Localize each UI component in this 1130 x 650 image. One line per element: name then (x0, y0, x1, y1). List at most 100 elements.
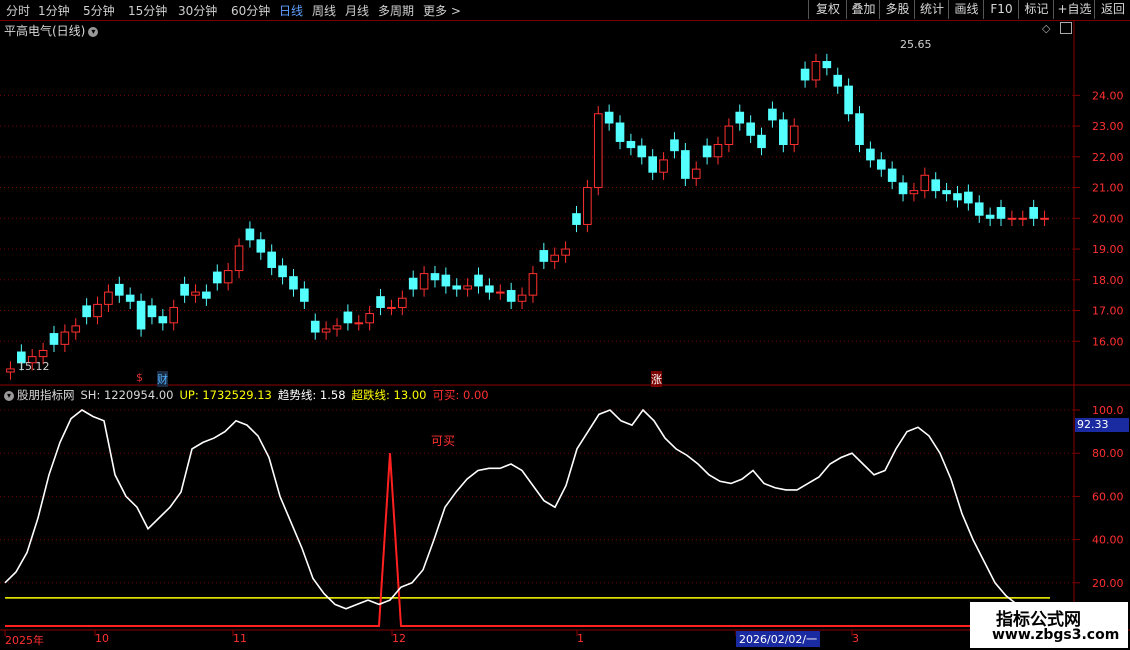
indicator-tick-label: 60.00 (1092, 490, 1124, 503)
candle-down (822, 61, 832, 69)
candle-down (267, 251, 277, 268)
candle-up (169, 306, 179, 324)
candle-down (278, 265, 287, 278)
price-tick-label: 23.00 (1092, 120, 1124, 133)
candle-up (365, 313, 374, 324)
candle-up (789, 125, 799, 146)
candle-up (909, 190, 919, 195)
candle-down (343, 311, 353, 324)
candle-up (71, 325, 81, 333)
candle-down (778, 119, 788, 146)
candle-down (996, 207, 1006, 219)
candle-down (887, 168, 897, 182)
candle-up (60, 331, 70, 345)
x-axis-label: 2025年 (5, 634, 44, 647)
watermark-logo: 指标公式网 www.zbgs3.com (970, 602, 1128, 648)
candle-up (713, 144, 723, 158)
candle-down (898, 182, 908, 195)
candle-down (539, 250, 549, 262)
watermark-url: www.zbgs3.com (992, 627, 1120, 643)
candle-down (964, 191, 973, 204)
candle-down (506, 290, 516, 302)
candle-down (735, 111, 745, 124)
price-tick-label: 19.00 (1092, 243, 1124, 256)
candle-down (114, 283, 124, 296)
candle-up (463, 285, 472, 290)
candle-down (485, 285, 494, 293)
cursor-date-label: 2026/02/02/一 (736, 631, 821, 647)
candle-down (844, 85, 853, 115)
indicator-tick-label: 100.0 (1092, 404, 1124, 417)
event-marker-dividend[interactable]: $ (136, 371, 143, 384)
candle-up (1040, 217, 1049, 220)
candle-down (452, 285, 462, 290)
candle-up (691, 168, 701, 179)
candle-down (441, 274, 451, 287)
candle-up (495, 291, 505, 294)
candle-up (1007, 217, 1017, 220)
candle-down (746, 122, 755, 136)
candle-up (659, 159, 668, 173)
candle-up (354, 322, 364, 325)
indicator-tick-label: 80.00 (1092, 447, 1124, 460)
candle-down (125, 294, 135, 302)
candle-up (6, 368, 15, 373)
price-tick-label: 17.00 (1092, 305, 1124, 318)
candle-up (332, 325, 342, 330)
candle-up (321, 328, 331, 333)
candle-up (517, 294, 527, 302)
candle-down (757, 134, 766, 149)
candle-up (419, 273, 429, 290)
x-axis-label: 11 (233, 632, 247, 645)
event-marker-limit-up[interactable]: 涨 (651, 371, 662, 387)
candle-down (49, 333, 59, 345)
candle-up (811, 61, 821, 81)
chart-canvas: 24.00 23.00 22.00 21.00 20.00 19.00 18.00 17.00… (0, 20, 1130, 636)
candle-down (1029, 207, 1038, 219)
candle-up (561, 248, 570, 256)
candle-up (38, 349, 48, 358)
candle-up (223, 270, 233, 284)
diamond-icon[interactable]: ◇ (1042, 22, 1050, 35)
event-marker-finance[interactable]: 财 (157, 371, 168, 387)
candle-down (147, 305, 157, 318)
x-axis-label: 1 (577, 632, 584, 645)
candle-down (855, 113, 864, 146)
candle-down (953, 193, 962, 201)
candle-down (474, 274, 483, 287)
buy-signal-label: 可买 (431, 434, 456, 448)
candle-down (648, 156, 657, 173)
price-tick-label: 20.00 (1092, 212, 1124, 225)
candle-down (256, 239, 266, 253)
candle-down (931, 179, 941, 192)
candle-up (234, 245, 244, 272)
price-tick-label: 21.00 (1092, 182, 1124, 195)
candle-up (920, 174, 930, 192)
candle-up (387, 306, 396, 309)
candle-down (245, 228, 255, 241)
trend-line (4, 408, 1051, 610)
candle-up (583, 187, 592, 225)
candle-down (572, 213, 581, 225)
candle-up (93, 303, 102, 318)
low-price-label: 15.12 (18, 360, 50, 373)
candle-down (768, 108, 777, 121)
candle-down (974, 202, 984, 216)
price-tick-label: 18.00 (1092, 274, 1124, 287)
candle-down (866, 148, 875, 161)
candle-down (376, 296, 385, 308)
candle-up (191, 291, 200, 296)
candle-down (637, 145, 647, 158)
price-tick-label: 24.00 (1092, 89, 1124, 102)
candle-down (289, 276, 298, 290)
price-tick-label: 16.00 (1092, 335, 1124, 348)
maximize-icon[interactable] (1060, 22, 1072, 34)
x-axis-label: 12 (392, 632, 406, 645)
candle-down (833, 74, 843, 87)
indicator-tick-label: 40.00 (1092, 534, 1124, 547)
price-tick-label: 22.00 (1092, 151, 1124, 164)
candle-up (724, 125, 734, 146)
candle-down (942, 190, 951, 195)
candle-down (136, 300, 146, 330)
candle-down (681, 150, 690, 179)
